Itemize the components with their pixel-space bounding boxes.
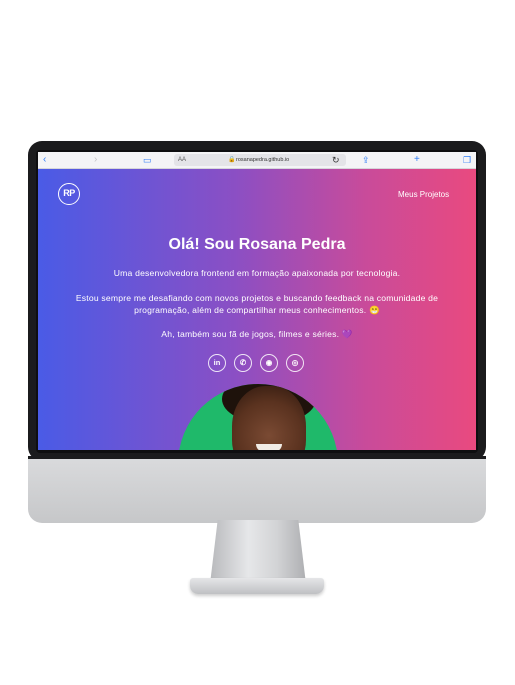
address-bar[interactable]: AA 🔒 rosanapedra.github.io ↻: [174, 154, 346, 166]
profile-photo-smile: [256, 444, 282, 450]
monitor-stand-neck: [210, 520, 306, 584]
hero-title: Olá! Sou Rosana Pedra: [168, 236, 346, 253]
screen: ‹ › ▭ AA 🔒 rosanapedra.github.io ↻ ⇪ + ❐…: [38, 152, 476, 450]
site-logo[interactable]: RP: [58, 183, 80, 205]
reader-aa-button[interactable]: AA: [178, 155, 186, 165]
hero-hobbies: Ah, também sou fã de jogos, filmes e sér…: [161, 329, 353, 339]
share-icon[interactable]: ⇪: [362, 154, 370, 166]
reload-icon[interactable]: ↻: [332, 154, 340, 166]
nav-link-projects[interactable]: Meus Projetos: [398, 190, 449, 199]
imac-monitor: ‹ › ▭ AA 🔒 rosanapedra.github.io ↻ ⇪ + ❐…: [0, 0, 515, 685]
whatsapp-icon[interactable]: ✆: [234, 354, 252, 372]
github-icon[interactable]: ◉: [260, 354, 278, 372]
hero-intro: Uma desenvolvedora frontend em formação …: [113, 268, 401, 278]
forward-icon[interactable]: ›: [94, 154, 97, 166]
back-icon[interactable]: ‹: [43, 154, 46, 166]
monitor-stand-base: [190, 578, 324, 594]
monitor-chin: [28, 456, 486, 523]
social-links: in ✆ ◉ ◎: [208, 354, 308, 374]
url-text[interactable]: rosanapedra.github.io: [236, 155, 289, 165]
linkedin-icon[interactable]: in: [208, 354, 226, 372]
instagram-icon[interactable]: ◎: [286, 354, 304, 372]
hero-challenge: Estou sempre me desafiando com novos pro…: [75, 293, 439, 315]
lock-icon: 🔒: [228, 157, 236, 163]
browser-toolbar: ‹ › ▭ AA 🔒 rosanapedra.github.io ↻ ⇪ + ❐: [38, 152, 476, 169]
tabs-icon[interactable]: ❐: [463, 154, 471, 166]
bookmarks-icon[interactable]: ▭: [143, 154, 152, 166]
profile-photo: [178, 384, 338, 450]
plus-icon[interactable]: +: [414, 154, 420, 166]
profile-photo-face: [232, 386, 306, 450]
